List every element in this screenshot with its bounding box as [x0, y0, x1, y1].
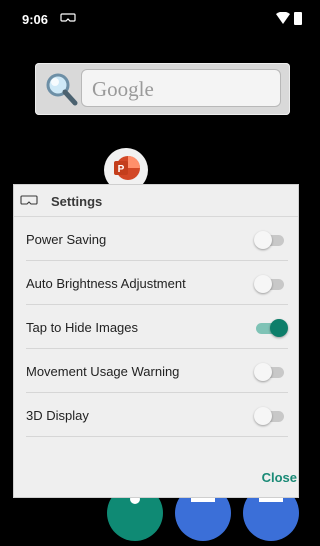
magnifier-icon[interactable] [44, 72, 78, 106]
status-bar: 9:06 [0, 0, 302, 27]
tap-to-hide-images-toggle[interactable] [254, 319, 288, 337]
settings-dialog: Settings Power Saving Auto Brightness Ad… [13, 184, 299, 498]
search-widget[interactable]: Google [35, 63, 290, 115]
3d-display-toggle[interactable] [254, 407, 288, 425]
power-saving-toggle[interactable] [254, 231, 288, 249]
toggle-thumb [254, 407, 272, 425]
vr-headset-icon [20, 195, 38, 205]
setting-label: Tap to Hide Images [26, 320, 139, 335]
setting-row-movement-usage-warning[interactable]: Movement Usage Warning [26, 349, 288, 393]
toggle-thumb [254, 231, 272, 249]
toggle-thumb [254, 275, 272, 293]
battery-icon [294, 12, 302, 25]
vr-headset-icon [60, 13, 76, 22]
setting-row-power-saving[interactable]: Power Saving [26, 217, 288, 261]
setting-row-tap-to-hide-images[interactable]: Tap to Hide Images [26, 305, 288, 349]
settings-title: Settings [51, 194, 103, 209]
wifi-icon [276, 12, 290, 24]
search-input[interactable]: Google [81, 69, 281, 107]
close-button[interactable]: Close [262, 470, 297, 485]
movement-usage-warning-toggle[interactable] [254, 363, 288, 381]
setting-label: Movement Usage Warning [26, 364, 180, 379]
toggle-thumb [254, 363, 272, 381]
setting-label: Power Saving [26, 232, 107, 247]
setting-row-auto-brightness[interactable]: Auto Brightness Adjustment [26, 261, 288, 305]
status-time: 9:06 [22, 12, 49, 27]
settings-header: Settings [14, 185, 298, 217]
setting-row-3d-display[interactable]: 3D Display [26, 393, 288, 437]
setting-label: Auto Brightness Adjustment [26, 276, 186, 291]
setting-label: 3D Display [26, 408, 89, 423]
svg-text:P: P [118, 164, 125, 175]
auto-brightness-toggle[interactable] [254, 275, 288, 293]
toggle-thumb [270, 319, 288, 337]
